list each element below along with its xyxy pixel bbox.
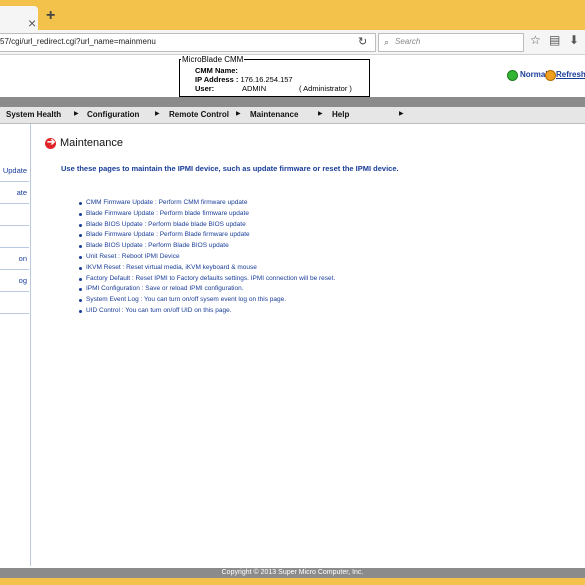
- sidebar-item-configuration[interactable]: on: [0, 247, 29, 270]
- downloads-icon[interactable]: ⬇: [569, 33, 579, 47]
- new-tab-icon[interactable]: +: [46, 8, 55, 24]
- user-role: ( Administrator ): [299, 84, 352, 93]
- menu-system-health-arrow-icon: ▶: [74, 111, 79, 117]
- menu-help-arrow-icon: ▶: [399, 111, 404, 117]
- link-factory-default[interactable]: Factory Default : Reset IPMI to Factory …: [86, 274, 335, 284]
- link-cmm-firmware-update[interactable]: CMM Firmware Update : Perform CMM firmwa…: [86, 198, 247, 208]
- sidebar-item-label: Update: [2, 166, 27, 175]
- browser-tab-bar: × +: [0, 0, 585, 30]
- reading-list-icon[interactable]: ▤: [549, 33, 560, 47]
- sidebar-item-label: og: [18, 276, 27, 285]
- refresh-icon[interactable]: [545, 70, 556, 81]
- address-bar[interactable]: 57/cgi/url_redirect.cgi?url_name=mainmen…: [0, 33, 376, 52]
- search-icon: ⌕: [384, 37, 390, 47]
- search-input[interactable]: ⌕ Search: [378, 33, 524, 52]
- menu-configuration-arrow-icon: ▶: [155, 111, 160, 117]
- link-blade-bios-update-2[interactable]: Blade BIOS Update : Perform Blade BIOS u…: [86, 241, 229, 251]
- page-footer: Copyright © 2013 Super Micro Computer, I…: [0, 568, 585, 578]
- menu-remote-control[interactable]: Remote Control: [169, 110, 229, 119]
- sidebar-item-bios-update[interactable]: ate: [0, 181, 29, 204]
- main-menu: System Health ▶ Configuration ▶ Remote C…: [0, 107, 585, 124]
- sidebar-item-7[interactable]: [0, 291, 29, 314]
- browser-nav-bar: 57/cgi/url_redirect.cgi?url_name=mainmen…: [0, 30, 585, 55]
- ip-address-value: 176.16.254.157: [240, 75, 293, 84]
- browser-tab[interactable]: ×: [0, 6, 38, 30]
- menu-maintenance-arrow-icon: ▶: [318, 111, 323, 117]
- menu-maintenance[interactable]: Maintenance: [250, 110, 298, 119]
- link-blade-firmware-update[interactable]: Blade Firmware Update : Perform blade fi…: [86, 209, 249, 219]
- close-tab-icon[interactable]: ×: [28, 16, 36, 30]
- menu-configuration[interactable]: Configuration: [87, 110, 139, 119]
- status-normal-icon: [507, 70, 518, 81]
- header-divider: [0, 97, 585, 107]
- url-text[interactable]: 57/cgi/url_redirect.cgi?url_name=mainmen…: [0, 35, 156, 49]
- sidebar-item-label: ate: [16, 188, 27, 197]
- ip-address-row: IP Address : 176.16.254.157: [195, 75, 293, 84]
- cmm-name-row: CMM Name:: [195, 66, 238, 75]
- page-title: Maintenance: [60, 137, 123, 149]
- bookmark-star-icon[interactable]: ☆: [530, 33, 541, 47]
- user-label: User:: [195, 84, 215, 93]
- menu-help[interactable]: Help: [332, 110, 349, 119]
- maintenance-arrow-glyph-icon: ➔: [47, 137, 56, 148]
- sidebar-item-firmware-update[interactable]: Update: [0, 159, 29, 182]
- ip-address-label: IP Address :: [195, 75, 239, 84]
- link-ipmi-configuration[interactable]: IPMI Configuration : Save or reload IPMI…: [86, 284, 244, 294]
- sidebar-item-label: on: [18, 254, 27, 263]
- sidebar-item-4[interactable]: [0, 225, 29, 248]
- cmm-name-label: CMM Name:: [195, 66, 238, 75]
- copyright-text: Copyright © 2013 Super Micro Computer, I…: [221, 569, 364, 576]
- window-bottom-band: [0, 578, 585, 585]
- link-blade-firmware-update-2[interactable]: Blade Firmware Update : Perform Blade fi…: [86, 230, 250, 240]
- search-placeholder: Search: [395, 37, 421, 46]
- reload-icon[interactable]: ↻: [358, 35, 367, 49]
- link-blade-bios-update[interactable]: Blade BIOS Update : Perform blade blade …: [86, 220, 246, 230]
- user-value: ADMIN: [242, 84, 267, 93]
- status-text: Normal: [520, 70, 548, 79]
- link-system-event-log[interactable]: System Event Log : You can turn on/off s…: [86, 295, 286, 305]
- page-description: Use these pages to maintain the IPMI dev…: [61, 164, 399, 173]
- link-uid-control[interactable]: UID Control : You can turn on/off UID on…: [86, 306, 232, 316]
- cmm-title: MicroBlade CMM: [181, 55, 245, 64]
- menu-system-health[interactable]: System Health: [6, 110, 61, 119]
- refresh-link[interactable]: Refresh: [556, 70, 585, 79]
- link-unit-reset[interactable]: Unit Reset : Reboot IPMI Device: [86, 252, 180, 262]
- menu-remote-control-arrow-icon: ▶: [236, 111, 241, 117]
- user-row: User: ADMIN ( Administrator ): [195, 84, 352, 93]
- sidebar-item-event-log[interactable]: og: [0, 269, 29, 292]
- sidebar-item-3[interactable]: [0, 203, 29, 226]
- link-ikvm-reset[interactable]: IKVM Reset : Reset virtual media, iKVM k…: [86, 263, 257, 273]
- sidebar: Update ate on og: [0, 124, 31, 566]
